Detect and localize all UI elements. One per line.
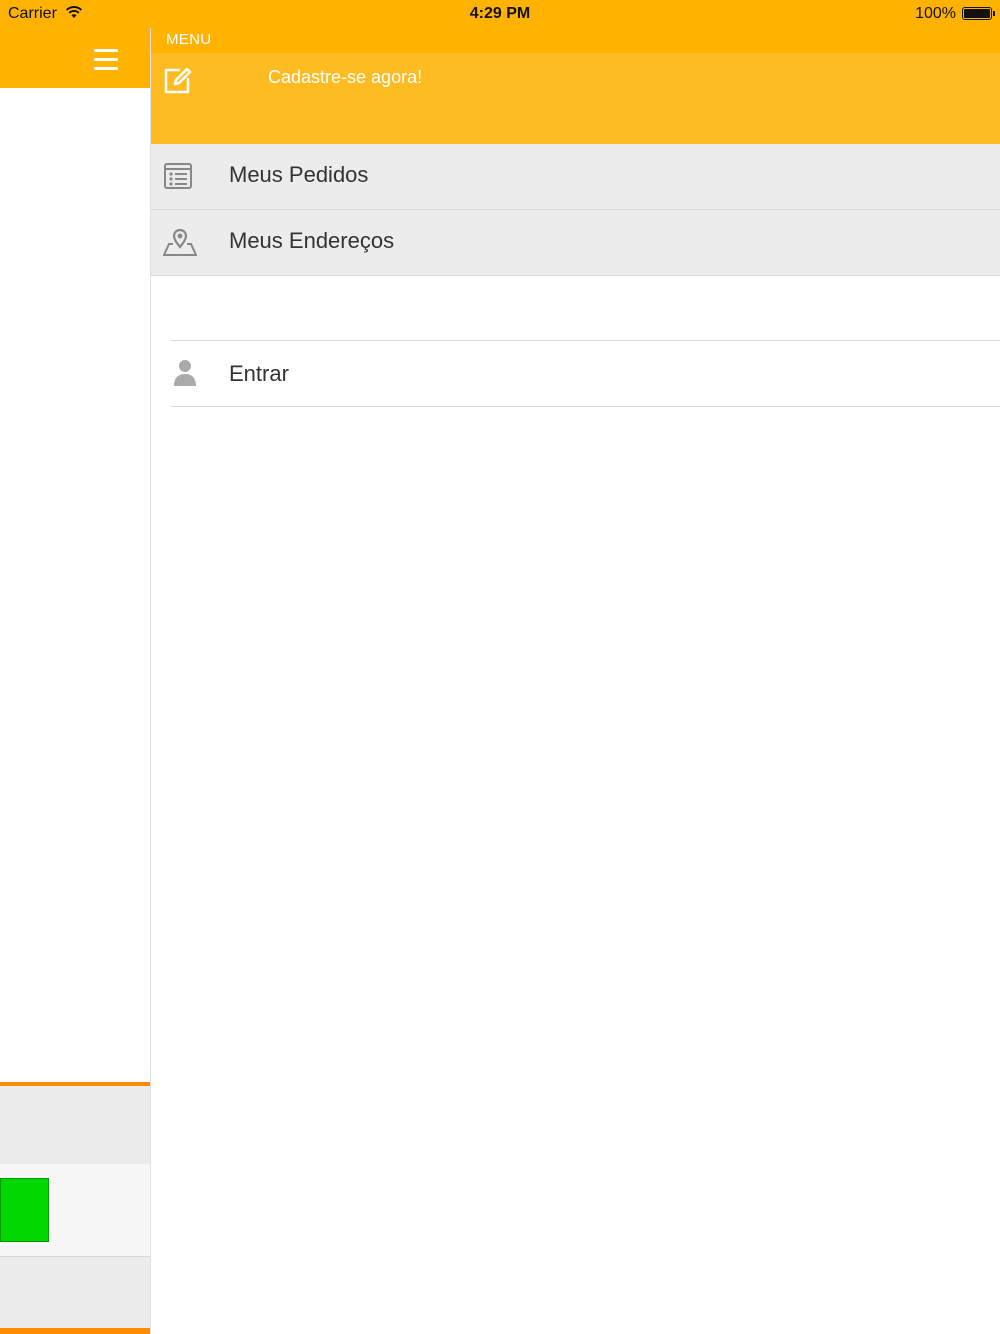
user-icon xyxy=(171,358,199,388)
edit-icon xyxy=(163,65,193,95)
hamburger-menu-icon[interactable] xyxy=(94,49,118,71)
menu-item-orders[interactable]: Meus Pedidos xyxy=(151,144,1000,210)
register-banner[interactable]: Cadastre-se agora! xyxy=(151,53,1000,144)
bottom-panel-section xyxy=(0,1086,150,1164)
green-indicator[interactable] xyxy=(0,1178,49,1242)
divider xyxy=(171,406,1000,407)
status-bar: Carrier 4:29 PM 100% xyxy=(0,0,1000,28)
order-list-icon xyxy=(163,161,195,193)
login-label: Entrar xyxy=(229,361,289,386)
clock: 4:29 PM xyxy=(469,5,531,22)
menu-title: MENU xyxy=(166,31,212,48)
app-navbar xyxy=(0,28,150,88)
side-menu-drawer: MENU Cadastre-se agora! Meus Pedidos Meu… xyxy=(150,28,1000,1334)
battery-icon xyxy=(962,7,995,20)
bottom-panel-accent xyxy=(0,1328,150,1334)
battery-percentage: 100% xyxy=(915,5,956,22)
menu-item-label: Meus Endereços xyxy=(229,228,395,253)
bottom-panel-section xyxy=(0,1257,150,1328)
background-app-pane xyxy=(0,28,150,1334)
map-pin-icon xyxy=(162,227,198,259)
register-link[interactable]: Cadastre-se agora! xyxy=(268,67,422,88)
menu-header-bar: MENU xyxy=(151,28,1000,53)
menu-item-login[interactable]: Entrar xyxy=(151,341,1000,406)
menu-item-label: Meus Pedidos xyxy=(229,162,369,187)
menu-item-addresses[interactable]: Meus Endereços xyxy=(151,210,1000,276)
